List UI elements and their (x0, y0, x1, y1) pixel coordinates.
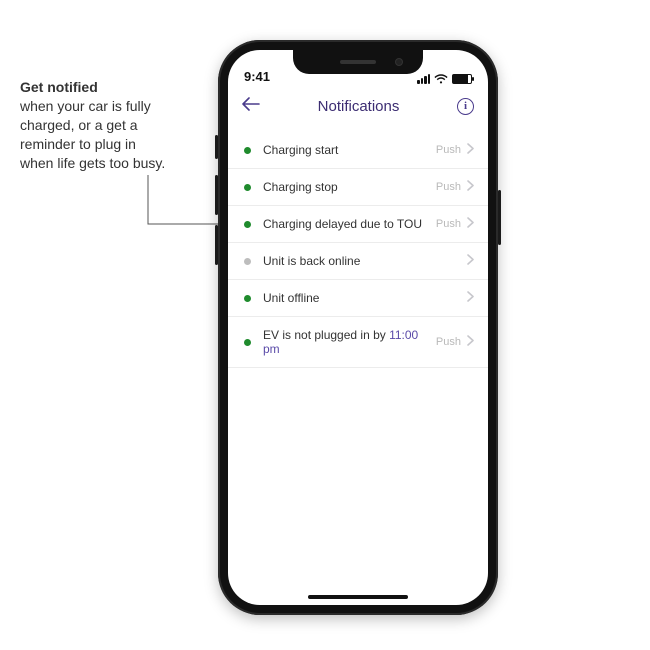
phone-frame: 9:41 Notifications i Charging startPushC… (218, 40, 498, 615)
back-arrow-icon (242, 97, 260, 111)
status-dot-icon (244, 339, 251, 346)
status-dot-icon (244, 295, 251, 302)
volume-down-button (215, 225, 218, 265)
nav-bar: Notifications i (228, 86, 488, 126)
status-dot-icon (244, 184, 251, 191)
chevron-right-icon (467, 217, 474, 231)
delivery-mode: Push (436, 336, 461, 348)
notification-item[interactable]: Charging stopPush (228, 169, 488, 206)
status-dot-icon (244, 258, 251, 265)
delivery-mode: Push (436, 144, 461, 156)
notification-item[interactable]: Charging startPush (228, 132, 488, 169)
cellular-icon (417, 74, 430, 84)
notification-time: 11:00 pm (263, 328, 418, 356)
battery-icon (452, 74, 472, 84)
front-camera (395, 58, 403, 66)
notification-label: Charging delayed due to TOU (263, 217, 436, 231)
status-dot-icon (244, 221, 251, 228)
notification-item[interactable]: Unit offline (228, 280, 488, 317)
notification-label: Unit offline (263, 291, 467, 305)
volume-up-button (215, 175, 218, 215)
notification-label: Charging stop (263, 180, 436, 194)
callout-lead: Get notified (20, 78, 170, 97)
delivery-mode: Push (436, 218, 461, 230)
notch (293, 50, 423, 74)
chevron-right-icon (467, 291, 474, 305)
notification-item[interactable]: Unit is back online (228, 243, 488, 280)
notification-item[interactable]: EV is not plugged in by 11:00 pmPush (228, 317, 488, 368)
info-icon: i (464, 100, 467, 112)
status-dot-icon (244, 147, 251, 154)
speaker (340, 60, 376, 64)
notification-label: EV is not plugged in by 11:00 pm (263, 328, 436, 356)
notification-label: Charging start (263, 143, 436, 157)
page-title: Notifications (318, 98, 400, 115)
wifi-icon (434, 74, 448, 84)
status-time: 9:41 (244, 69, 270, 84)
notification-item[interactable]: Charging delayed due to TOUPush (228, 206, 488, 243)
marketing-callout: Get notified when your car is fully char… (20, 78, 170, 172)
delivery-mode: Push (436, 181, 461, 193)
chevron-right-icon (467, 143, 474, 157)
phone-screen: 9:41 Notifications i Charging startPushC… (228, 50, 488, 605)
notification-label: Unit is back online (263, 254, 467, 268)
info-button[interactable]: i (457, 98, 474, 115)
chevron-right-icon (467, 180, 474, 194)
callout-body: when your car is fully charged, or a get… (20, 98, 165, 171)
back-button[interactable] (242, 97, 260, 116)
notification-list: Charging startPushCharging stopPushCharg… (228, 126, 488, 368)
chevron-right-icon (467, 254, 474, 268)
power-button (498, 190, 501, 245)
chevron-right-icon (467, 335, 474, 349)
mute-switch (215, 135, 218, 159)
home-indicator[interactable] (308, 595, 408, 599)
